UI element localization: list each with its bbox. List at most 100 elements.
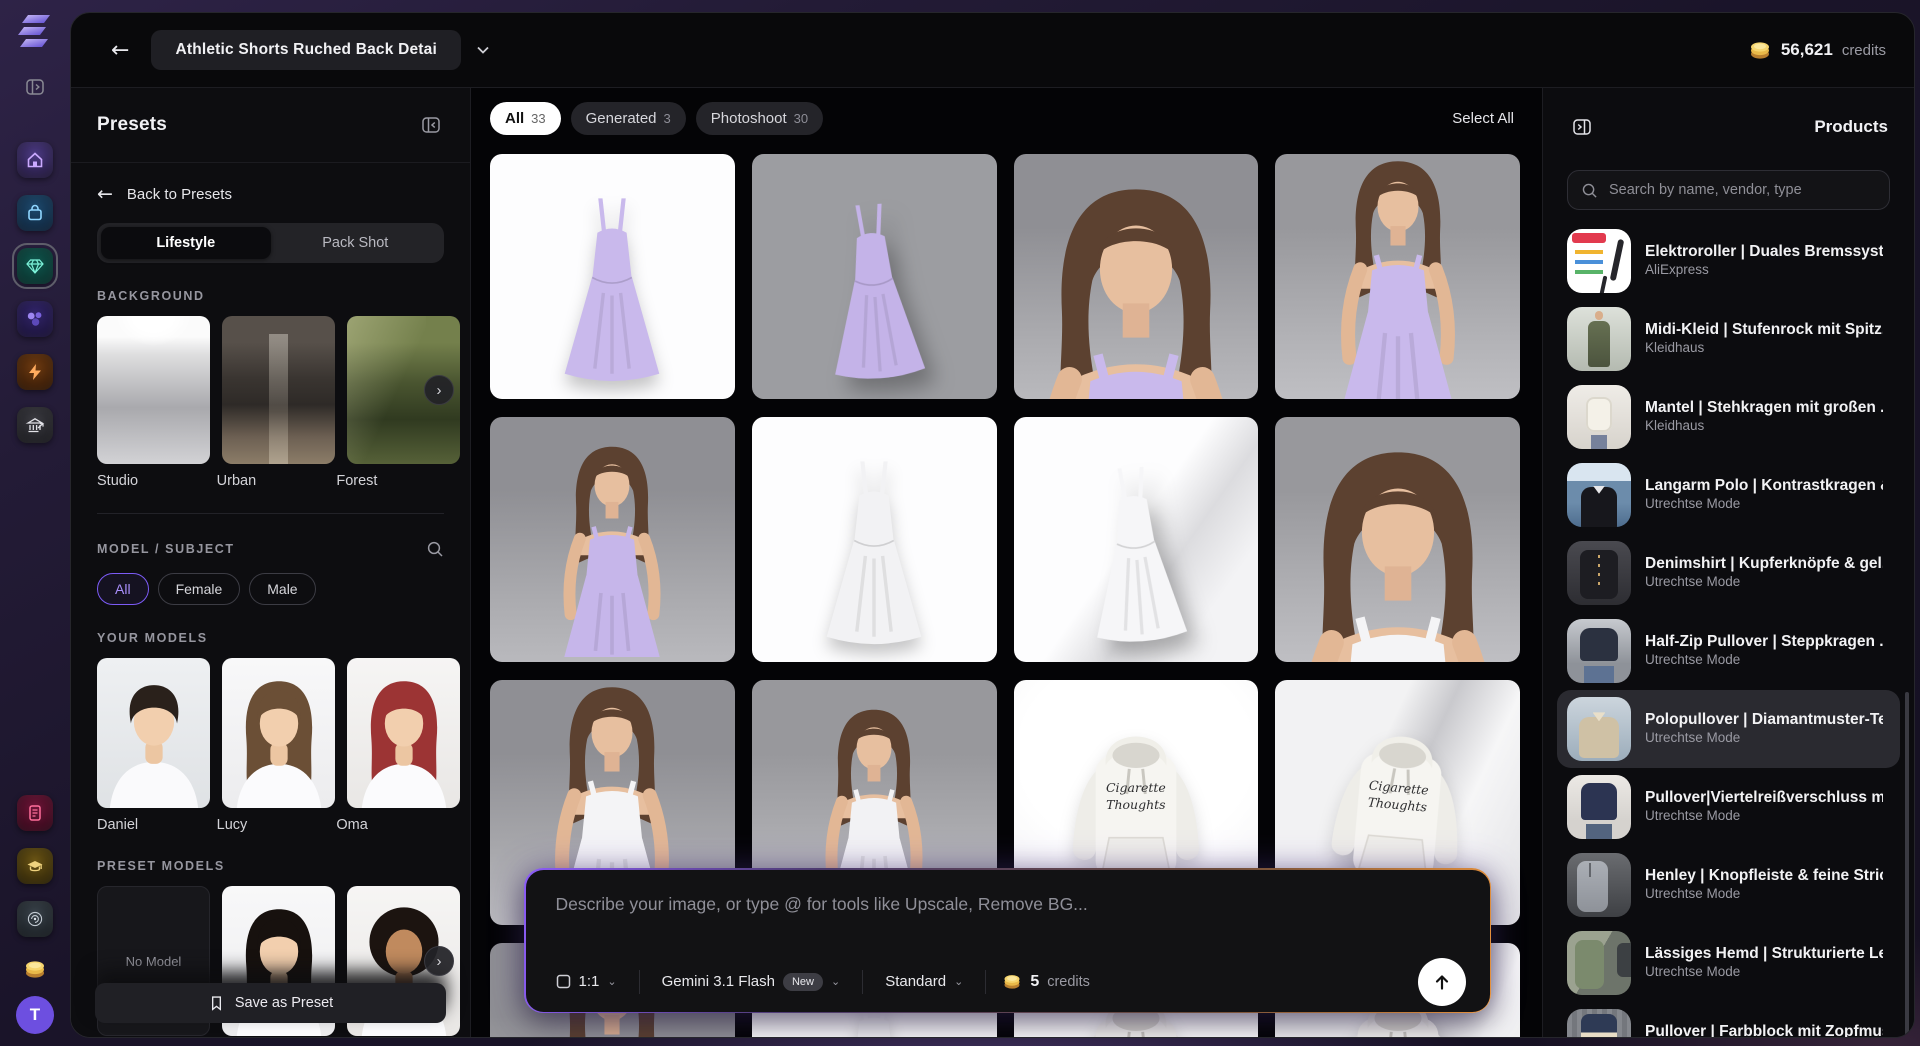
project-title-chevron-down-icon[interactable] — [477, 46, 489, 54]
product-vendor: Utrechtse Mode — [1645, 652, 1740, 667]
model-search-icon[interactable] — [426, 540, 444, 558]
sidebar-expand-icon[interactable] — [20, 72, 50, 102]
collapse-products-panel-icon[interactable] — [1569, 114, 1595, 140]
filter-male[interactable]: Male — [249, 573, 315, 605]
galaxy-icon[interactable] — [17, 901, 53, 937]
generated-image[interactable] — [1014, 154, 1259, 399]
save-as-preset-button[interactable]: Save as Preset — [95, 983, 446, 1023]
assets-icon[interactable] — [17, 301, 53, 337]
credits-label: credits — [1842, 42, 1886, 59]
generated-image[interactable] — [752, 417, 997, 662]
finance-icon[interactable] — [17, 407, 53, 443]
product-row[interactable]: Midi-Kleid | Stufenrock mit Spitz...Klei… — [1557, 300, 1900, 378]
back-arrow-icon: ← — [97, 183, 113, 205]
aspect-ratio-select[interactable]: 1:1 ⌄ — [550, 972, 623, 991]
preset-models-scroll-right-icon[interactable]: › — [424, 946, 454, 976]
tab-all[interactable]: All 33 — [490, 102, 561, 135]
background-option-studio[interactable] — [97, 316, 210, 464]
tab-lifestyle[interactable]: Lifestyle — [101, 227, 271, 259]
generate-button[interactable] — [1418, 958, 1466, 1006]
generated-image[interactable] — [1275, 417, 1520, 662]
product-vendor: Utrechtse Mode — [1645, 574, 1740, 589]
generated-image[interactable] — [490, 154, 735, 399]
model-filter-chips: All Female Male — [97, 573, 444, 605]
product-row-selected[interactable]: Polopullover | Diamantmuster-Te...Utrech… — [1557, 690, 1900, 768]
collapse-panel-icon[interactable] — [418, 112, 444, 138]
tab-photoshoot[interactable]: Photoshoot 30 — [696, 102, 823, 135]
documents-icon[interactable] — [17, 795, 53, 831]
quality-select[interactable]: Standard ⌄ — [879, 972, 969, 991]
product-name: Henley | Knopfleiste & feine Stric... — [1645, 867, 1883, 885]
credits-coin-icon — [1748, 39, 1772, 61]
generated-image[interactable] — [1275, 154, 1520, 399]
app-logo — [14, 14, 56, 50]
product-row[interactable]: Denimshirt | Kupferknöpfe & gel...Utrech… — [1557, 534, 1900, 612]
chevron-down-icon: ⌄ — [954, 975, 963, 988]
credits-balance: 56,621 credits — [1748, 39, 1886, 61]
product-search-input[interactable] — [1607, 181, 1876, 199]
tab-count: 30 — [794, 111, 808, 126]
product-row[interactable]: Elektroroller | Duales Bremssyste...AliE… — [1557, 222, 1900, 300]
product-thumbnail — [1567, 1009, 1631, 1037]
coin-icon[interactable] — [23, 958, 47, 980]
boost-icon[interactable] — [17, 354, 53, 390]
backgrounds-scroll-right-icon[interactable]: › — [424, 375, 454, 405]
product-row[interactable]: Pullover|Viertelreißverschluss mi...Utre… — [1557, 768, 1900, 846]
scrollbar[interactable] — [1905, 692, 1909, 1038]
product-row[interactable]: Henley | Knopfleiste & feine Stric...Utr… — [1557, 846, 1900, 924]
model-select[interactable]: Gemini 3.1 Flash New ⌄ — [656, 972, 847, 992]
model-card-daniel[interactable] — [97, 658, 210, 808]
control-divider — [639, 970, 640, 994]
product-row[interactable]: Half-Zip Pullover | Steppkragen ...Utrec… — [1557, 612, 1900, 690]
generated-image[interactable] — [1014, 417, 1259, 662]
generated-image[interactable] — [490, 417, 735, 662]
studio-diamond-icon[interactable] — [17, 248, 53, 284]
product-thumbnail — [1567, 463, 1631, 527]
products-title: Products — [1814, 117, 1888, 137]
prompt-input[interactable] — [526, 870, 1490, 952]
arrow-up-icon — [1432, 972, 1452, 992]
select-all-button[interactable]: Select All — [1446, 109, 1520, 128]
product-thumbnail — [1567, 229, 1631, 293]
hoodie-print-text: Cigarette Thoughts — [1358, 777, 1437, 817]
project-title[interactable]: Athletic Shorts Ruched Back Detai — [151, 30, 461, 70]
bookmark-icon — [208, 994, 225, 1012]
app-window: ← Athletic Shorts Ruched Back Detai 56,6… — [70, 12, 1915, 1038]
control-divider — [985, 970, 986, 994]
new-badge: New — [783, 973, 823, 991]
product-vendor: AliExpress — [1645, 262, 1709, 277]
generated-image[interactable] — [752, 154, 997, 399]
home-icon[interactable] — [17, 142, 53, 178]
background-option-urban[interactable] — [222, 316, 335, 464]
search-icon — [1581, 182, 1598, 199]
your-models-row — [97, 658, 444, 808]
product-name: Pullover|Viertelreißverschluss mi... — [1645, 789, 1883, 807]
back-to-presets[interactable]: ← Back to Presets — [97, 183, 444, 205]
tab-pack-shot[interactable]: Pack Shot — [271, 227, 441, 259]
cost-amount: 5 — [1030, 973, 1039, 991]
back-icon[interactable]: ← — [103, 34, 137, 67]
product-vendor: Utrechtse Mode — [1645, 964, 1740, 979]
user-avatar[interactable]: T — [16, 996, 54, 1034]
tab-label: Photoshoot — [711, 110, 787, 127]
product-name: Lässiges Hemd | Strukturierte Lei... — [1645, 945, 1883, 963]
academy-icon[interactable] — [17, 848, 53, 884]
product-row[interactable]: Langarm Polo | Kontrastkragen &...Utrech… — [1557, 456, 1900, 534]
product-thumbnail — [1567, 385, 1631, 449]
model-card-lucy[interactable] — [222, 658, 335, 808]
product-row[interactable]: Lässiges Hemd | Strukturierte Lei...Utre… — [1557, 924, 1900, 1002]
model-label: Lucy — [217, 817, 325, 833]
model-section-title: MODEL / SUBJECT — [97, 542, 235, 556]
filter-all[interactable]: All — [97, 573, 149, 605]
top-bar: ← Athletic Shorts Ruched Back Detai 56,6… — [71, 13, 1914, 88]
filter-female[interactable]: Female — [158, 573, 241, 605]
section-divider — [97, 513, 444, 514]
shop-bag-icon[interactable] — [17, 195, 53, 231]
cost-label: credits — [1047, 974, 1090, 990]
product-row[interactable]: Pullover | Farbblock mit Zopfmus...Utrec… — [1557, 1002, 1900, 1037]
tab-generated[interactable]: Generated 3 — [571, 102, 686, 135]
product-row[interactable]: Mantel | Stehkragen mit großen ...Kleidh… — [1557, 378, 1900, 456]
product-name: Langarm Polo | Kontrastkragen &... — [1645, 477, 1883, 495]
rail-bottom-group: T — [16, 795, 54, 1034]
model-card-oma[interactable] — [347, 658, 460, 808]
